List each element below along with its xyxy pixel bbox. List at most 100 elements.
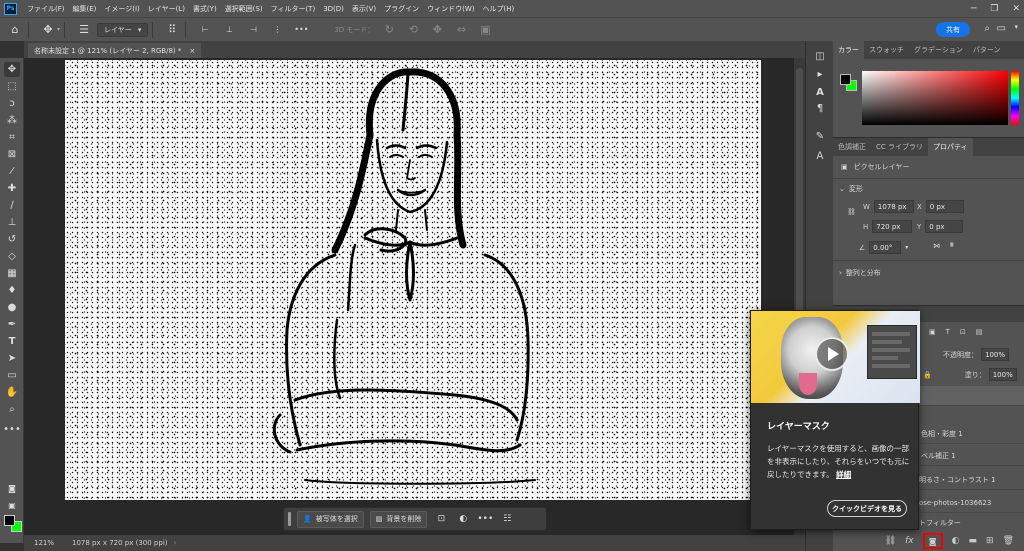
align-right-icon[interactable]: ⊣ xyxy=(244,21,262,39)
path-selection-icon[interactable]: ➤ xyxy=(4,351,20,366)
x-field[interactable]: 0 px xyxy=(925,200,964,213)
y-field[interactable]: 0 px xyxy=(925,220,964,233)
lock-icon[interactable]: 🔒 xyxy=(923,371,932,379)
select-subject-button[interactable]: 👤 被写体を選択 xyxy=(297,510,364,528)
chevron-down-icon[interactable]: ▾ xyxy=(905,244,908,251)
lasso-tool-icon[interactable]: ↄ xyxy=(4,96,20,111)
fx-icon[interactable]: fx xyxy=(905,536,914,546)
magic-wand-icon[interactable]: ⁂ xyxy=(4,113,20,128)
align-left-icon[interactable]: ⊢ xyxy=(196,21,214,39)
glyphs-icon[interactable]: Ａ xyxy=(813,147,827,162)
eraser-tool-icon[interactable]: ◇ xyxy=(4,249,20,264)
tooltip-video-thumbnail[interactable] xyxy=(751,311,920,403)
watch-quick-video-button[interactable]: クイックビデオを見る xyxy=(827,500,907,517)
crop-tool-icon[interactable]: ⌗ xyxy=(4,130,20,145)
home-icon[interactable]: ⌂ xyxy=(6,21,24,39)
zoom-level[interactable]: 121% xyxy=(24,539,60,547)
zoom-tool-icon[interactable]: ⌕ xyxy=(4,402,20,417)
learn-more-link[interactable]: 詳細 xyxy=(836,470,851,479)
filter-smart-icon[interactable]: ▤ xyxy=(976,328,983,336)
trash-icon[interactable]: 🗑 xyxy=(1003,536,1014,546)
layer-select-dropdown[interactable]: レイヤー ▾ xyxy=(97,22,149,37)
history-brush-icon[interactable]: ↺ xyxy=(4,232,20,247)
flip-horizontal-icon[interactable]: ⋈ xyxy=(933,242,940,250)
tab-properties[interactable]: プロパティ xyxy=(928,138,973,156)
menu-file[interactable]: ファイル(F) xyxy=(23,4,69,14)
search-icon[interactable]: ⌕ xyxy=(984,23,990,34)
fill-field[interactable]: 100% xyxy=(988,368,1017,381)
align-section-header[interactable]: › 整列と分布 xyxy=(839,268,881,278)
filter-shape-icon[interactable]: ⊡ xyxy=(960,328,966,336)
menu-edit[interactable]: 編集(E) xyxy=(69,4,101,14)
tab-cc-libraries[interactable]: CC ライブラリ xyxy=(871,138,928,156)
opacity-field[interactable]: 100% xyxy=(981,348,1009,361)
menu-window[interactable]: ウィンドウ(W) xyxy=(423,4,478,14)
chevron-down-icon[interactable]: ▾ xyxy=(57,26,60,33)
auto-select-icon[interactable]: ☰ xyxy=(75,21,93,39)
info-icon[interactable]: ▸ xyxy=(813,67,827,81)
menu-filter[interactable]: フィルター(T) xyxy=(267,4,320,14)
rectangle-tool-icon[interactable]: ▭ xyxy=(4,368,20,383)
remove-background-button[interactable]: ▨ 背景を削除 xyxy=(369,510,428,528)
transform-icon[interactable]: ⊡ xyxy=(433,511,449,527)
group-folder-icon[interactable]: ▬ xyxy=(969,536,978,546)
hue-slider[interactable] xyxy=(1011,71,1019,125)
flip-vertical-icon[interactable]: ⩩ xyxy=(950,241,954,250)
foreground-color-swatch[interactable] xyxy=(4,515,15,526)
distribute-icon[interactable]: ⋮ xyxy=(268,21,286,39)
workspace-icon[interactable]: ▭ xyxy=(997,23,1006,34)
history-icon[interactable]: ◫ xyxy=(813,49,827,63)
drag-handle[interactable] xyxy=(288,512,291,526)
filter-type-icon[interactable]: T xyxy=(946,328,950,336)
menu-help[interactable]: ヘルプ(H) xyxy=(479,4,519,14)
menu-select[interactable]: 選択範囲(S) xyxy=(221,4,267,14)
quick-mask-icon[interactable]: ◙ xyxy=(4,481,20,496)
new-layer-icon[interactable]: ⊞ xyxy=(986,536,994,546)
edit-toolbar-icon[interactable]: ••• xyxy=(3,422,21,437)
blur-tool-icon[interactable]: ♦ xyxy=(4,283,20,298)
align-center-icon[interactable]: ⊥ xyxy=(220,21,238,39)
close-icon[interactable]: ✕ xyxy=(1012,4,1020,14)
color-picker-field[interactable] xyxy=(862,71,1008,125)
width-field[interactable]: 1078 px xyxy=(873,200,914,213)
hand-tool-icon[interactable]: ✋ xyxy=(4,385,20,400)
minimize-icon[interactable]: ─ xyxy=(971,4,976,14)
3d-pan-icon[interactable]: ✥ xyxy=(428,21,446,39)
link-layers-icon[interactable]: ⛓ xyxy=(885,536,896,546)
close-icon[interactable]: × xyxy=(189,47,195,55)
height-field[interactable]: 720 px xyxy=(872,220,913,233)
more-icon[interactable]: ••• xyxy=(477,511,493,527)
tab-swatches[interactable]: スウォッチ xyxy=(864,41,909,59)
add-layer-mask-button[interactable]: ◙ xyxy=(922,533,943,549)
3d-roll-icon[interactable]: ⟲ xyxy=(404,21,422,39)
menu-type[interactable]: 書式(Y) xyxy=(189,4,221,14)
type-tool-icon[interactable]: T xyxy=(4,334,20,349)
3d-orbit-icon[interactable]: ↻ xyxy=(380,21,398,39)
pen-tool-icon[interactable]: ✒ xyxy=(4,317,20,332)
paragraph-icon[interactable]: ¶ xyxy=(813,101,827,115)
document-canvas[interactable] xyxy=(65,60,761,500)
settings-sliders-icon[interactable]: ☷ xyxy=(499,511,515,527)
gradient-tool-icon[interactable]: ▦ xyxy=(4,266,20,281)
restore-icon[interactable]: ❐ xyxy=(990,4,998,14)
transform-controls-icon[interactable]: ⠿ xyxy=(163,21,181,39)
transform-section-header[interactable]: ⌄ 変形 xyxy=(839,184,863,194)
document-tab[interactable]: 名称未設定 1 @ 121% (レイヤー 2, RGB/8) * × xyxy=(28,43,202,58)
brush-tool-icon[interactable]: ∕ xyxy=(4,198,20,213)
chevron-down-icon[interactable]: ▾ xyxy=(1014,23,1018,31)
eyedropper-icon[interactable]: ⁄ xyxy=(4,164,20,179)
adjustment-icon[interactable]: ◐ xyxy=(455,511,471,527)
chevron-right-icon[interactable]: › xyxy=(174,539,177,547)
menu-3d[interactable]: 3D(D) xyxy=(319,5,348,13)
healing-brush-icon[interactable]: ✚ xyxy=(4,181,20,196)
tab-patterns[interactable]: パターン xyxy=(968,41,1006,59)
link-dimensions-icon[interactable]: ⛓ xyxy=(847,208,856,216)
screen-mode-icon[interactable]: ▣ xyxy=(4,498,20,513)
dodge-tool-icon[interactable]: ● xyxy=(4,300,20,315)
marquee-tool-icon[interactable]: ⬚ xyxy=(4,79,20,94)
menu-plugins[interactable]: プラグイン xyxy=(380,4,423,14)
character-icon[interactable]: A xyxy=(813,85,827,99)
menu-view[interactable]: 表示(V) xyxy=(348,4,380,14)
3d-camera-icon[interactable]: ▣ xyxy=(476,21,494,39)
menu-image[interactable]: イメージ(I) xyxy=(100,4,143,14)
